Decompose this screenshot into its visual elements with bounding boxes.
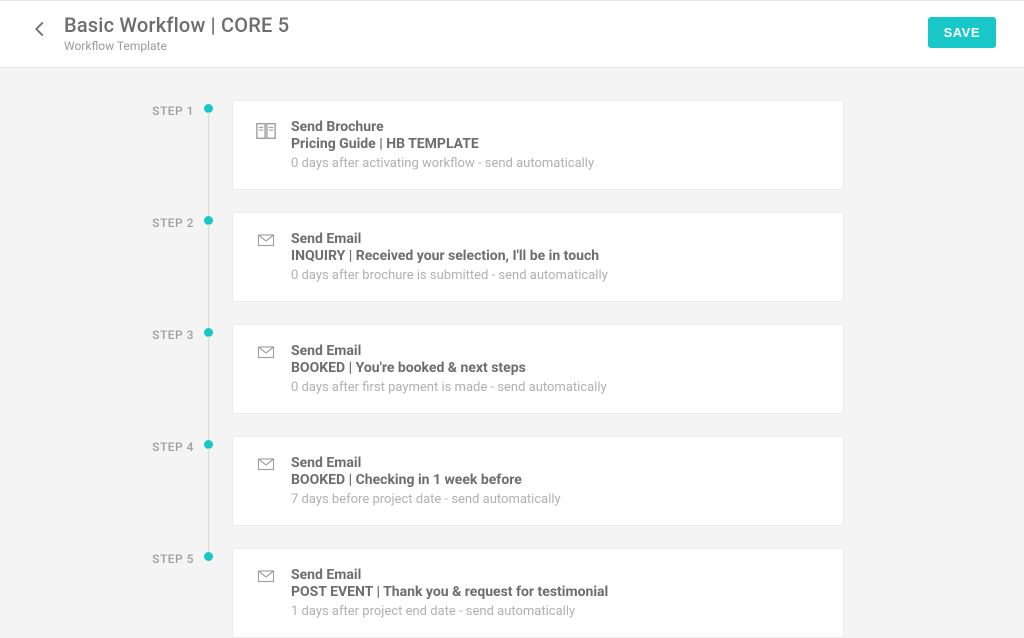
- step-card[interactable]: Send Email BOOKED | Checking in 1 week b…: [232, 436, 844, 526]
- step-row: STEP 2 Send Email INQUIRY | Received you…: [0, 212, 1024, 302]
- brochure-icon: [255, 120, 277, 142]
- timeline-line: [208, 112, 209, 220]
- step-label: STEP 1: [152, 104, 194, 118]
- step-row: STEP 3 Send Email BOOKED | You're booked…: [0, 324, 1024, 414]
- step-action: Send Email: [291, 455, 819, 471]
- step-label: STEP 2: [152, 216, 194, 230]
- step-label: STEP 5: [152, 552, 194, 566]
- timeline-line: [208, 224, 209, 332]
- step-label: STEP 4: [152, 440, 194, 454]
- page-title: Basic Workflow | CORE 5: [64, 13, 289, 37]
- step-row: STEP 1 Send Brochure Pricing Guide | HB …: [0, 100, 1024, 190]
- step-dot: [204, 552, 213, 561]
- step-action: Send Email: [291, 567, 819, 583]
- chevron-left-icon: [31, 18, 49, 40]
- step-row: STEP 5 Send Email POST EVENT | Thank you…: [0, 548, 1024, 638]
- step-meta: 0 days after brochure is submitted - sen…: [291, 268, 819, 283]
- step-label: STEP 3: [152, 328, 194, 342]
- step-row: STEP 4 Send Email BOOKED | Checking in 1…: [0, 436, 1024, 526]
- step-title: BOOKED | You're booked & next steps: [291, 360, 819, 376]
- email-icon: [255, 344, 277, 366]
- step-card[interactable]: Send Email POST EVENT | Thank you & requ…: [232, 548, 844, 638]
- back-button[interactable]: [28, 15, 52, 43]
- page-header: Basic Workflow | CORE 5 Workflow Templat…: [0, 1, 1024, 68]
- step-action: Send Email: [291, 231, 819, 247]
- step-meta: 0 days after activating workflow - send …: [291, 156, 819, 171]
- step-card[interactable]: Send Email INQUIRY | Received your selec…: [232, 212, 844, 302]
- step-meta: 0 days after first payment is made - sen…: [291, 380, 819, 395]
- email-icon: [255, 232, 277, 254]
- step-action: Send Brochure: [291, 119, 819, 135]
- step-action: Send Email: [291, 343, 819, 359]
- timeline-line: [208, 448, 209, 556]
- step-card[interactable]: Send Email BOOKED | You're booked & next…: [232, 324, 844, 414]
- step-title: BOOKED | Checking in 1 week before: [291, 472, 819, 488]
- step-card[interactable]: Send Brochure Pricing Guide | HB TEMPLAT…: [232, 100, 844, 190]
- step-title: Pricing Guide | HB TEMPLATE: [291, 136, 819, 152]
- timeline-line: [208, 336, 209, 444]
- email-icon: [255, 568, 277, 590]
- email-icon: [255, 456, 277, 478]
- step-title: INQUIRY | Received your selection, I'll …: [291, 248, 819, 264]
- page-subtitle: Workflow Template: [64, 39, 289, 53]
- workflow-steps: STEP 1 Send Brochure Pricing Guide | HB …: [0, 68, 1024, 638]
- step-meta: 7 days before project date - send automa…: [291, 492, 819, 507]
- step-meta: 1 days after project end date - send aut…: [291, 604, 819, 619]
- save-button[interactable]: SAVE: [928, 17, 996, 48]
- step-title: POST EVENT | Thank you & request for tes…: [291, 584, 819, 600]
